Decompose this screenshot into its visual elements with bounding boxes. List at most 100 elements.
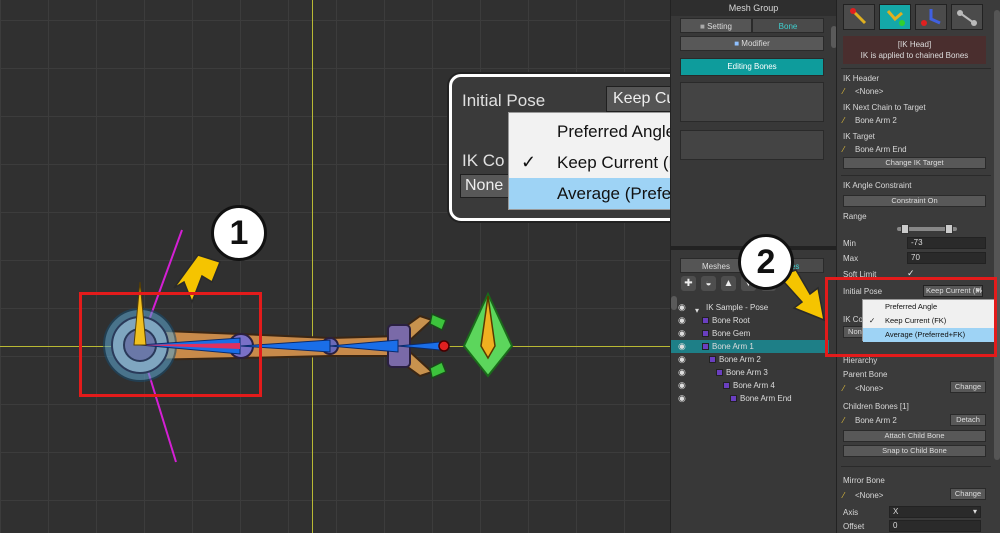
ik-header-label: IK Header (843, 74, 880, 83)
parent-bone-value-text: <None> (855, 384, 884, 393)
hierarchy-label: Hierarchy (843, 356, 878, 365)
tab-bone[interactable]: Bone (752, 18, 824, 33)
tree-row-text: Bone Arm 3 (726, 368, 768, 377)
eye-icon[interactable]: ◉ (678, 367, 690, 378)
tree-row-label: Bone Arm End (730, 392, 792, 405)
tree-row-text: Bone Arm 2 (719, 355, 761, 364)
annotation-1-badge: 1 (211, 205, 267, 261)
mirror-bone-label: Mirror Bone (843, 476, 885, 485)
change-ik-target-button[interactable]: Change IK Target (843, 157, 986, 169)
tree-scrollbar[interactable] (671, 296, 677, 310)
tab-setting[interactable]: ■ Setting (680, 18, 752, 33)
tree-row-label: Bone Root (702, 314, 750, 327)
parent-change-button[interactable]: Change (950, 381, 986, 393)
tree-row-text: Bone Arm End (740, 394, 792, 403)
bone-options-area (680, 130, 824, 160)
tab-setting-label: Setting (707, 22, 732, 31)
eye-icon[interactable]: ◉ (678, 315, 690, 326)
eye-icon[interactable]: ◉ (678, 354, 690, 365)
tab-bone-rotate[interactable] (915, 4, 947, 30)
bone-icon (702, 330, 709, 338)
constraint-on-button[interactable]: Constraint On (843, 195, 986, 207)
bone-tools-area (680, 82, 824, 122)
properties-scrollbar[interactable] (994, 10, 1000, 460)
mirror-bone-value: ⁄ <None> (843, 491, 883, 500)
ik-header-value-text: <None> (855, 87, 884, 96)
bone-arm-end (438, 340, 450, 352)
check-icon: ✓ (521, 152, 537, 172)
zoom-ik-co-label: IK Co (462, 151, 505, 170)
editing-bones-button[interactable]: Editing Bones (680, 58, 824, 76)
tree-row[interactable]: ◉ Bone Arm 2 (671, 353, 829, 366)
highlight-box-dropdown (825, 277, 997, 357)
tab-bone-edit-1[interactable] (843, 4, 875, 30)
bone-icon (702, 343, 709, 351)
tree-row-label: ▾ IK Sample - Pose (695, 301, 768, 315)
max-field[interactable]: 70 (907, 252, 986, 264)
ik-angle-constraint-label: IK Angle Constraint (843, 181, 912, 190)
snap-child-button[interactable]: Snap to Child Bone (843, 445, 986, 457)
highlight-box-rig (79, 292, 262, 397)
layer-icon[interactable]: ◒ (701, 276, 716, 291)
range-slider-max-handle[interactable] (945, 224, 953, 234)
tree-row-label: Bone Arm 3 (716, 366, 768, 379)
parent-bone-label: Parent Bone (843, 370, 888, 379)
eye-icon[interactable]: ◉ (678, 380, 690, 391)
children-bone-value-text: Bone Arm 2 (855, 416, 897, 425)
offset-label: Offset (843, 522, 865, 531)
tree-row-label: Bone Gem (702, 327, 750, 340)
eye-icon[interactable]: ◉ (678, 341, 690, 352)
min-label: Min (843, 239, 856, 248)
ik-target-value-text: Bone Arm End (855, 145, 907, 154)
bone-rotate-icon (921, 9, 941, 26)
claw-tip-upper (429, 312, 447, 332)
divider (841, 68, 991, 69)
mode-tabs: ■ Setting Bone (680, 18, 824, 33)
children-bones-label: Children Bones [1] (843, 402, 909, 411)
modifier-label: Modifier (741, 39, 770, 48)
min-field[interactable]: -73 (907, 237, 986, 249)
ik-next-value-text: Bone Arm 2 (855, 116, 897, 125)
tree-row[interactable]: ◉ Bone Arm 1 (671, 340, 829, 353)
tree-row-label: Bone Arm 2 (709, 353, 761, 366)
eye-icon[interactable]: ◉ (678, 328, 690, 339)
ik-target-value: ⁄ Bone Arm End (843, 145, 907, 154)
tree-row-text: Bone Gem (712, 329, 751, 338)
tree-row[interactable]: ◉ Bone Arm 4 (671, 379, 829, 392)
bone-icon (709, 356, 716, 364)
bone-icon: ⁄ (843, 116, 845, 125)
panel-title: Mesh Group (671, 0, 836, 16)
mirror-bone-value-text: <None> (855, 491, 884, 500)
ik-head-desc: IK is applied to chained Bones (860, 51, 969, 60)
attach-child-button[interactable]: Attach Child Bone (843, 430, 986, 442)
ik-next-value: ⁄ Bone Arm 2 (843, 116, 897, 125)
ik-head-banner: [IK Head] IK is applied to chained Bones (843, 36, 986, 64)
tree-row-label: Bone Arm 1 (702, 340, 754, 353)
modifier-button[interactable]: ■ Modifier (680, 36, 824, 51)
bone-icon: ⁄ (843, 384, 845, 393)
eye-icon[interactable]: ◉ (678, 393, 690, 404)
zoom-none-button[interactable]: None (460, 174, 512, 198)
axis-select[interactable]: X ▾ (889, 506, 981, 518)
detach-button[interactable]: Detach (950, 414, 986, 426)
tab-ik-chain[interactable] (879, 4, 911, 30)
bone-icon: ⁄ (843, 416, 845, 425)
tab-bone-chain[interactable] (951, 4, 983, 30)
claw-tip-lower (429, 360, 447, 380)
eye-icon[interactable]: ◉ (678, 302, 690, 313)
parent-bone-value: ⁄ <None> (843, 384, 883, 393)
range-slider-min-handle[interactable] (901, 224, 909, 234)
tree-row[interactable]: ◉ Bone Arm 3 (671, 366, 829, 379)
children-bone-value: ⁄ Bone Arm 2 (843, 416, 897, 425)
mirror-change-button[interactable]: Change (950, 488, 986, 500)
bone-properties-panel: [IK Head] IK is applied to chained Bones… (836, 0, 1000, 533)
tree-row[interactable]: ◉ Bone Arm End (671, 392, 829, 405)
axis-label: Axis (843, 508, 859, 517)
move-up-icon[interactable]: ▲ (721, 276, 736, 291)
divider (841, 466, 991, 467)
ik-target-label: IK Target (843, 132, 875, 141)
tree-row[interactable]: ◉ Bone Gem (671, 327, 829, 340)
bone-icon: ⁄ (843, 87, 845, 96)
offset-field[interactable]: 0 (889, 520, 981, 532)
add-icon[interactable]: ✚ (681, 276, 696, 291)
